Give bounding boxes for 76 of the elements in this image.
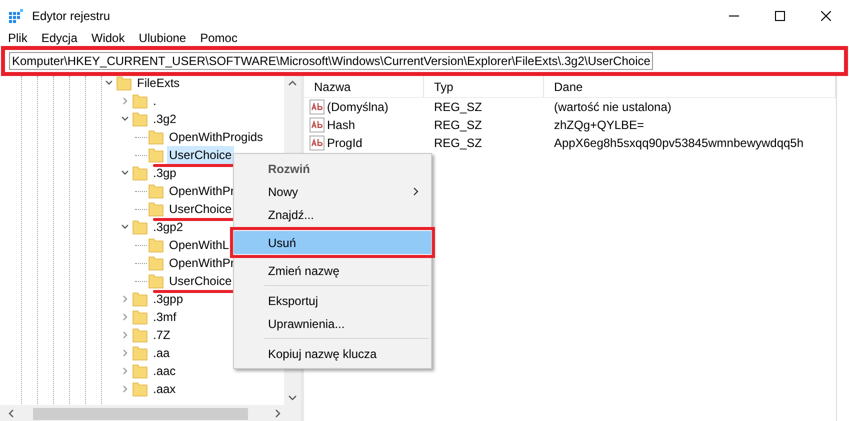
folder-icon bbox=[148, 273, 164, 289]
folder-icon bbox=[116, 76, 132, 91]
menu-item[interactable]: Plik bbox=[8, 30, 28, 46]
folder-icon bbox=[132, 327, 148, 343]
tree-item[interactable]: .3gpp bbox=[151, 290, 186, 308]
menu-item[interactable]: Nowy bbox=[234, 180, 431, 203]
folder-icon bbox=[132, 291, 148, 307]
scroll-left-icon[interactable] bbox=[8, 409, 14, 418]
tree-item[interactable]: .3g2 bbox=[151, 110, 178, 128]
tree-item[interactable]: UserChoice bbox=[167, 200, 234, 218]
maximize-icon bbox=[775, 11, 785, 21]
folder-icon bbox=[132, 363, 148, 379]
scroll-right-icon[interactable] bbox=[275, 409, 281, 418]
tree-item[interactable]: UserChoice bbox=[167, 272, 234, 290]
string-value-icon bbox=[309, 135, 325, 151]
window-title: Edytor rejestru bbox=[32, 8, 110, 25]
tree-item[interactable]: .3gp bbox=[151, 164, 178, 182]
tree-item[interactable]: UserChoice bbox=[167, 146, 234, 164]
folder-icon bbox=[148, 129, 164, 145]
column-header[interactable]: Dane bbox=[544, 76, 836, 97]
table-cell-text: ProgId bbox=[327, 135, 362, 152]
tree-item[interactable]: FileExts bbox=[135, 76, 182, 92]
menu-item[interactable]: Znajdź... bbox=[234, 203, 431, 226]
folder-icon bbox=[148, 183, 164, 199]
menu-item[interactable]: Ulubione bbox=[138, 30, 186, 46]
table-cell-text: REG_SZ bbox=[433, 99, 484, 116]
tree-item[interactable]: .7Z bbox=[151, 326, 172, 344]
scroll-down-icon[interactable] bbox=[288, 395, 297, 401]
folder-icon bbox=[148, 147, 164, 163]
tree-item[interactable]: OpenWithPr bbox=[167, 254, 236, 272]
string-value-icon bbox=[309, 99, 325, 115]
tree-item[interactable]: .3mf bbox=[151, 308, 178, 326]
horizontal-scrollbar[interactable] bbox=[0, 405, 301, 421]
folder-icon bbox=[148, 237, 164, 253]
table-cell-text: REG_SZ bbox=[433, 117, 484, 134]
menu-item[interactable]: Zmień nazwę bbox=[234, 259, 431, 282]
tree-item[interactable]: .3gp2 bbox=[151, 218, 186, 236]
chevron-right-icon[interactable] bbox=[120, 96, 130, 106]
menu-item[interactable]: Widok bbox=[91, 30, 125, 46]
menu-item[interactable]: Edycja bbox=[41, 30, 78, 46]
folder-icon bbox=[132, 381, 148, 397]
folder-icon bbox=[132, 111, 148, 127]
scrollbar-thumb[interactable] bbox=[33, 408, 248, 420]
address-bar[interactable]: Komputer\HKEY_CURRENT_USER\SOFTWARE\Microsoft\Windows\CurrentVersion\Explorer\FileExts\.3g2\UserChoice bbox=[1, 46, 848, 76]
registry-icon bbox=[8, 8, 24, 24]
menu-item[interactable]: Pomoc bbox=[200, 30, 238, 46]
folder-icon bbox=[132, 165, 148, 181]
scroll-up-icon[interactable] bbox=[288, 80, 297, 86]
table-cell-text: REG_SZ bbox=[433, 135, 484, 152]
folder-icon bbox=[132, 309, 148, 325]
menu-item[interactable]: Rozwiń bbox=[234, 157, 431, 180]
folder-icon bbox=[132, 345, 148, 361]
tree-item[interactable]: .aax bbox=[151, 380, 178, 398]
column-header[interactable]: Typ bbox=[424, 76, 544, 97]
menu-item[interactable]: Kopiuj nazwę klucza bbox=[234, 342, 431, 365]
menu-item[interactable]: Eksportuj bbox=[234, 289, 431, 312]
tree-item[interactable]: . bbox=[151, 92, 158, 110]
tree-item[interactable]: OpenWithProgids bbox=[167, 128, 266, 146]
table-cell-text: Hash bbox=[327, 117, 356, 134]
table-cell-text: AppX6eg8h5sxqq90pv53845wmnbewywdqq5h bbox=[553, 135, 804, 152]
folder-icon bbox=[132, 219, 148, 235]
tree-item[interactable]: .aa bbox=[151, 344, 172, 362]
close-icon bbox=[821, 11, 831, 21]
tree-item[interactable]: OpenWithPr bbox=[167, 182, 236, 200]
menu-item[interactable]: Uprawnienia... bbox=[234, 312, 431, 335]
table-cell-text: (wartość nie ustalona) bbox=[553, 99, 672, 116]
folder-icon bbox=[132, 93, 148, 109]
string-value-icon bbox=[309, 117, 325, 133]
folder-icon bbox=[148, 255, 164, 271]
tree-item[interactable]: OpenWithL bbox=[167, 236, 232, 254]
menu-item[interactable]: Usuń bbox=[234, 231, 431, 254]
folder-icon bbox=[148, 201, 164, 217]
tree-item[interactable]: .aac bbox=[151, 362, 178, 380]
column-header[interactable]: Nazwa bbox=[304, 76, 424, 97]
table-cell-text: zhZQg+QYLBE= bbox=[553, 117, 644, 134]
table-cell-text: (Domyślna) bbox=[327, 99, 388, 116]
